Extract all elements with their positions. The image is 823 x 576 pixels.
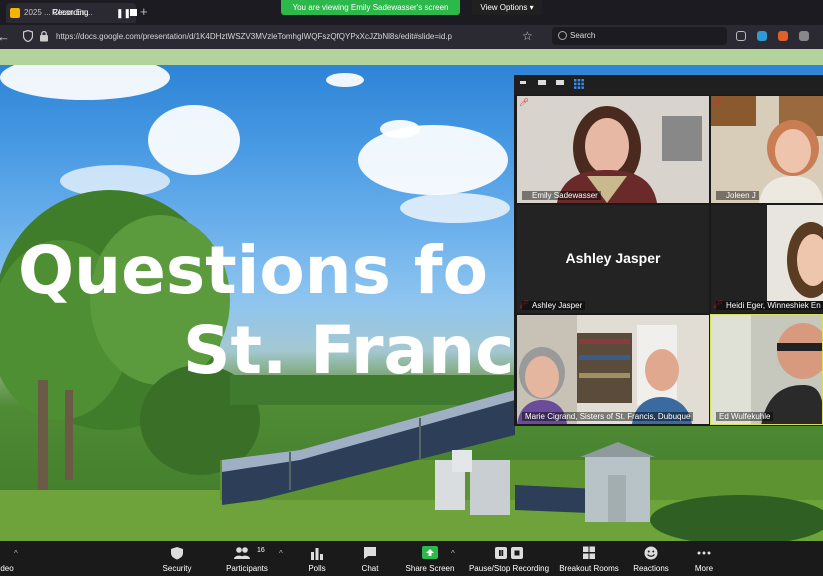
url-field[interactable]: https://docs.google.com/presentation/d/1… [56,28,496,45]
pause-stop-recording-button[interactable]: Pause/Stop Recording [465,541,553,576]
slide-title-line-1: Questions fo [18,232,488,309]
participant-count: 16 [257,547,265,554]
pocket-icon[interactable] [736,31,746,41]
breakout-grid-icon [583,546,595,559]
slides-header-strip [0,49,823,65]
bar-chart-icon [311,548,323,560]
smiley-icon [644,546,658,560]
video-button[interactable]: deo [0,541,24,576]
cloud-shape [380,120,420,138]
stop-recording-icon[interactable] [130,9,137,16]
participant-tile[interactable]: Marie Cigrand, Sisters of St. Francis, D… [517,315,709,424]
share-screen-button[interactable]: Share Screen [402,541,458,576]
participant-display-name: Ashley Jasper [565,250,661,266]
participant-tile[interactable]: 🎤︎ Emily Sadewasser [517,96,709,203]
more-label: More [694,564,714,573]
participant-name: Emily Sadewasser [522,191,601,200]
participant-video [517,96,709,203]
tracking-shield-icon[interactable] [23,30,33,42]
cloud-shape [0,65,170,100]
new-tab-button[interactable]: + [140,4,148,19]
polls-button[interactable]: Polls [302,541,332,576]
participants-label: Participants [226,564,268,573]
breakout-rooms-button[interactable]: Breakout Rooms [556,541,622,576]
more-dots-icon [697,551,711,555]
speaker-view-icon[interactable] [538,80,546,85]
pause-stop-icon [495,547,523,559]
muted-mic-icon: 🎤︎ [713,98,724,107]
slide-title-line-2: St. Franc [183,312,515,389]
participant-name: Ashley Jasper [522,301,586,310]
view-options-button[interactable]: View Options ▾ [472,0,542,15]
share-screen-icon [422,546,438,559]
muted-mic-icon: 🎤︎ [519,98,530,107]
participants-button[interactable]: 16 Participants [220,541,274,576]
participant-video [711,205,823,313]
shield-icon [171,547,183,560]
chat-label: Chat [361,564,379,573]
security-label: Security [162,564,192,573]
chat-button[interactable]: Chat [355,541,385,576]
download-icon[interactable] [757,31,767,41]
minimize-icon[interactable] [520,81,526,84]
slides-favicon-icon [10,8,20,18]
bookmark-star-icon[interactable]: ☆ [522,29,533,43]
breakout-rooms-label: Breakout Rooms [559,564,619,573]
more-button[interactable]: More [688,541,720,576]
search-placeholder: Search [570,31,596,40]
menu-extension-icon[interactable] [799,31,809,41]
participant-name: Joleen J [716,191,759,200]
browser-tab[interactable]: 2025 ... Clean En... Recording ❚❚ [6,3,137,23]
extension-icon[interactable] [778,31,788,41]
participants-options-caret-icon[interactable]: ^ [279,549,283,558]
recording-label: Recording [52,8,89,17]
participant-name: Marie Cigrand, Sisters of St. Francis, D… [522,412,694,421]
participant-video [711,315,822,424]
reactions-label: Reactions [633,564,669,573]
participant-video [517,315,709,424]
participant-tile[interactable]: Ashley Jasper 🎤︎ Ashley Jasper [517,205,709,313]
share-options-caret-icon[interactable]: ^ [451,549,455,558]
strip-view-icon[interactable] [556,80,564,85]
search-icon [558,31,567,40]
security-button[interactable]: Security [152,541,202,576]
pause-stop-recording-label: Pause/Stop Recording [468,564,550,573]
back-arrow-icon[interactable]: ← [0,29,10,44]
people-icon [233,547,250,559]
pause-recording-icon[interactable]: ❚❚ [116,8,131,18]
participant-tile-active-speaker[interactable]: Ed Wulfekuhle [710,314,823,425]
participant-video [711,96,823,203]
view-options-label: View Options [480,3,528,12]
participant-name: Heidi Eger, Winneshiek En [716,301,823,310]
participant-name: Ed Wulfekuhle [716,412,774,421]
chat-bubble-icon [364,547,376,559]
viewing-screen-banner: You are viewing Emily Sadewasser's scree… [281,0,460,15]
polls-label: Polls [308,564,326,573]
gallery-grid-icon[interactable] [574,79,584,89]
video-options-caret-icon[interactable]: ^ [14,549,18,558]
video-label: deo [0,564,14,573]
share-screen-label: Share Screen [405,564,455,573]
participant-tile[interactable]: 🎤︎ Heidi Eger, Winneshiek En [711,205,823,313]
reactions-button[interactable]: Reactions [628,541,674,576]
participant-tile[interactable]: 🎤︎ Joleen J [711,96,823,203]
gallery-toolbar [514,75,823,95]
lock-icon[interactable] [39,30,49,42]
cloud-shape [326,73,364,87]
